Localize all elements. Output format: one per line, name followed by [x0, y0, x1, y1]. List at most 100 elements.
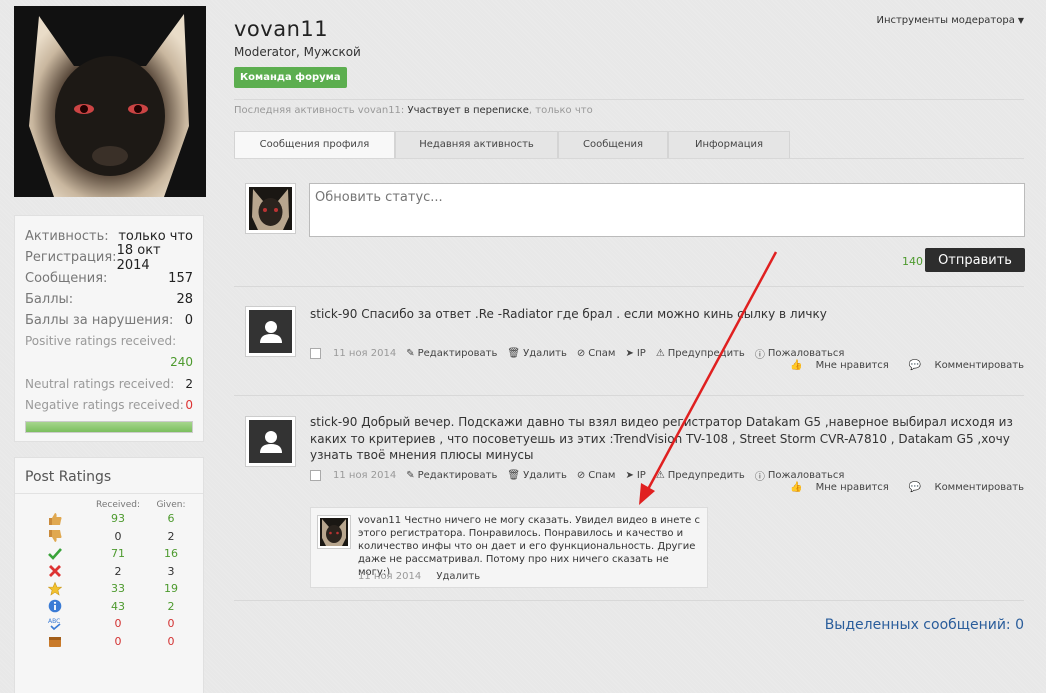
given-count: 0: [167, 617, 175, 631]
select-checkbox[interactable]: [310, 348, 321, 359]
message-avatar[interactable]: [245, 306, 296, 357]
stat-value[interactable]: 28: [176, 292, 193, 307]
tab-information[interactable]: Информация: [668, 131, 790, 158]
comment-delete-button[interactable]: Удалить: [436, 571, 480, 582]
stat-label: Negative ratings received:: [25, 397, 184, 412]
spam-button[interactable]: ⊘ Спам: [577, 348, 616, 359]
trash-icon: 🗑: [507, 348, 521, 359]
received-count: 33: [111, 582, 125, 596]
warn-button[interactable]: ⚠ Предупредить: [656, 348, 745, 359]
report-button[interactable]: ⓘ Пожаловаться: [755, 468, 845, 483]
post-rating-row: 23: [15, 563, 203, 581]
comment-button[interactable]: 💬 Комментировать: [899, 482, 1024, 493]
tab-messages[interactable]: Сообщения: [558, 131, 668, 158]
info-circle-icon: ⓘ: [754, 350, 765, 361]
comment-author[interactable]: vovan11: [358, 515, 401, 526]
box-icon[interactable]: [15, 634, 95, 648]
report-label: Пожаловаться: [767, 470, 845, 481]
given-count: 0: [167, 634, 175, 648]
post-rating-row: 71 16: [15, 545, 203, 563]
warn-button[interactable]: ⚠ Предупредить: [656, 470, 745, 481]
post-rating-row: 02: [15, 528, 203, 546]
warning-icon: ⚠: [655, 348, 665, 359]
delete-button[interactable]: 🗑 Удалить: [507, 348, 566, 359]
thumbs-up-icon: 👍: [789, 360, 803, 371]
message-date[interactable]: 11 ноя 2014: [333, 348, 396, 359]
comment-button[interactable]: 💬 Комментировать: [899, 360, 1024, 371]
status-char-counter: 140: [902, 255, 923, 268]
message-author[interactable]: stick-90: [310, 307, 357, 321]
star-icon[interactable]: [15, 581, 95, 596]
comment-label: Комментировать: [934, 360, 1024, 371]
selected-messages-link[interactable]: Выделенных сообщений: 0: [825, 617, 1024, 633]
post-rating-row: 93 6: [15, 510, 203, 528]
message-actions: 11 ноя 2014 ✎ Редактировать 🗑 Удалить ⊘ Спа…: [310, 346, 854, 361]
edit-button[interactable]: ✎ Редактировать: [406, 470, 497, 481]
comment-label: Комментировать: [934, 482, 1024, 493]
stat-value: 0: [184, 313, 193, 328]
stat-label: Регистрация:: [25, 250, 117, 265]
received-count: 0: [114, 617, 122, 631]
spam-label: Спам: [588, 470, 616, 481]
stat-label: Баллы:: [25, 292, 74, 307]
ip-label: IP: [636, 470, 646, 481]
moderator-tools-menu[interactable]: Инструменты модератора ▼: [876, 15, 1024, 26]
divider: [234, 395, 1024, 396]
message-author[interactable]: stick-90: [310, 415, 357, 429]
received-count: 43: [111, 599, 125, 613]
delete-button[interactable]: 🗑 Удалить: [507, 470, 566, 481]
location-arrow-icon: ➤: [625, 348, 634, 359]
delete-label: Удалить: [523, 348, 567, 359]
stat-label: Баллы за нарушения:: [25, 313, 174, 328]
spellcheck-icon[interactable]: ABC: [15, 617, 95, 631]
comment-date[interactable]: 11 ноя 2014: [358, 571, 421, 582]
tab-recent-activity[interactable]: Недавняя активность: [395, 131, 558, 158]
like-button[interactable]: 👍 Мне нравится: [780, 482, 889, 493]
like-label: Мне нравится: [815, 482, 889, 493]
last-activity-time: , только что: [528, 105, 593, 116]
status-avatar[interactable]: [245, 183, 296, 234]
received-count: 2: [114, 564, 122, 578]
select-checkbox[interactable]: [310, 470, 321, 481]
message-actions: 11 ноя 2014 ✎ Редактировать 🗑 Удалить ⊘ Спа…: [310, 468, 854, 483]
pencil-icon: ✎: [406, 348, 415, 359]
divider: [234, 600, 1024, 601]
stat-negative: Negative ratings received: 0: [25, 394, 193, 415]
divider: [234, 286, 1024, 287]
message-avatar[interactable]: [245, 416, 296, 467]
edit-label: Редактировать: [417, 348, 498, 359]
profile-subtitle: Moderator, Мужской: [234, 45, 361, 59]
given-count: 6: [167, 512, 175, 526]
thumbs-down-icon[interactable]: [15, 529, 95, 543]
last-activity: Последняя активность vovan11: Участвует …: [234, 105, 593, 116]
cross-icon[interactable]: [15, 564, 95, 578]
report-button[interactable]: ⓘ Пожаловаться: [755, 346, 845, 361]
last-activity-action[interactable]: Участвует в переписке: [407, 105, 528, 116]
status-input[interactable]: [309, 183, 1025, 237]
location-arrow-icon: ➤: [625, 470, 634, 481]
message-date[interactable]: 11 ноя 2014: [333, 470, 396, 481]
comment-avatar[interactable]: [317, 515, 351, 549]
edit-button[interactable]: ✎ Редактировать: [406, 348, 497, 359]
stat-value[interactable]: 157: [168, 271, 193, 286]
received-count: 0: [114, 529, 122, 543]
ip-button[interactable]: ➤ IP: [625, 348, 645, 359]
given-count: 2: [167, 599, 175, 613]
send-button[interactable]: Отправить: [925, 248, 1025, 272]
message-text: Добрый вечер. Подскажи давно ты взял вид…: [310, 415, 1013, 462]
stat-points: Баллы: 28: [25, 289, 193, 310]
thumbs-up-icon[interactable]: [15, 512, 95, 526]
info-icon[interactable]: [15, 599, 95, 613]
tab-profile-posts[interactable]: Сообщения профиля: [234, 131, 395, 158]
stat-value: 0: [185, 397, 193, 412]
info-circle-icon: ⓘ: [754, 472, 765, 483]
user-stats: Активность: только что Регистрация: 18 о…: [14, 215, 204, 442]
like-button[interactable]: 👍 Мне нравится: [780, 360, 889, 371]
spam-button[interactable]: ⊘ Спам: [577, 470, 616, 481]
profile-avatar[interactable]: [14, 6, 206, 197]
checkmark-icon[interactable]: [15, 547, 95, 561]
ip-button[interactable]: ➤ IP: [625, 470, 645, 481]
warning-icon: ⚠: [655, 470, 665, 481]
thumbs-up-icon: 👍: [789, 482, 803, 493]
received-count: 0: [114, 634, 122, 648]
